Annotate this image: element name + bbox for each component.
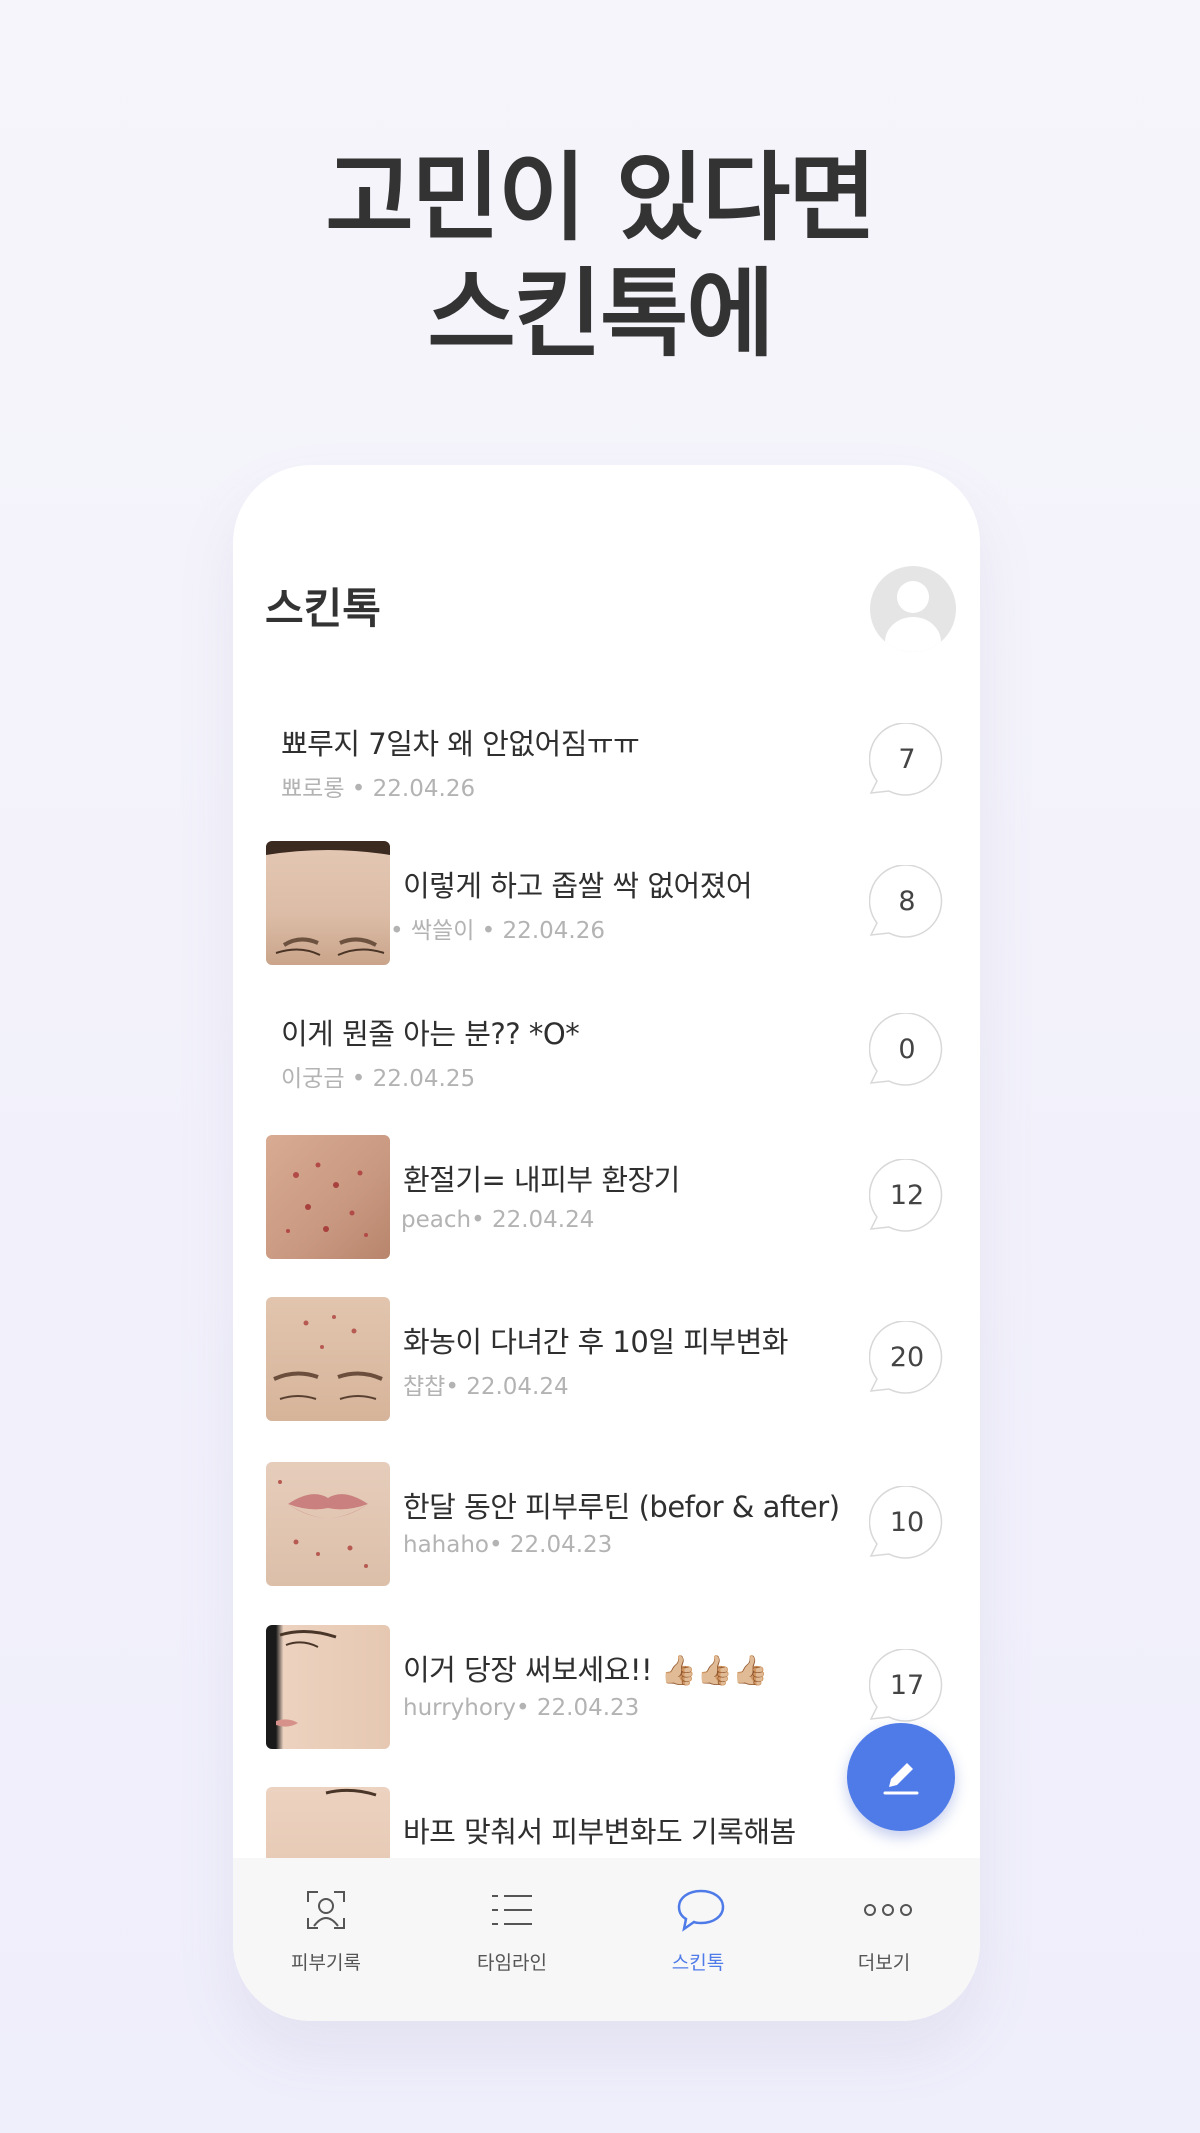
post-title: 이렇게 하고 좁쌀 싹 없어졌어 — [403, 869, 753, 903]
write-post-button[interactable] — [847, 1723, 955, 1831]
post-item[interactable]: 환절기= 내피부 환장기 peach• 22.04.24 12 — [233, 1135, 980, 1259]
tab-label: 피부기록 — [291, 1952, 361, 1974]
post-meta: 이궁금 • 22.04.25 — [281, 1066, 476, 1092]
comment-count-bubble: 20 — [869, 1321, 943, 1395]
phone-frame: 스킨톡 뾰루지 7일차 왜 안없어짐ㅠㅠ 뾰로롱 • 22.04.26 7 이렇… — [233, 465, 980, 2021]
tab-timeline[interactable]: 타임라인 — [419, 1858, 605, 2021]
headline-line-2: 스킨톡에 — [427, 258, 774, 370]
post-title: 환절기= 내피부 환장기 — [403, 1163, 680, 1197]
tab-skin-record[interactable]: 피부기록 — [233, 1858, 419, 2021]
post-title: 화농이 다녀간 후 10일 피부변화 — [403, 1325, 788, 1359]
face-photo-image — [266, 841, 390, 956]
post-thumbnail — [266, 1625, 390, 1749]
post-meta: • 싹쓸이 • 22.04.26 — [390, 918, 605, 944]
comment-count-bubble: 0 — [869, 1013, 943, 1087]
post-meta: hurryhory• 22.04.23 — [403, 1695, 640, 1721]
comment-count-bubble: 10 — [869, 1486, 943, 1560]
comment-count: 10 — [889, 1507, 925, 1538]
profile-avatar-button[interactable] — [870, 566, 956, 652]
post-item[interactable]: 이거 당장 써보세요!! 👍🏼👍🏼👍🏼 hurryhory• 22.04.23 … — [233, 1625, 980, 1749]
post-item[interactable]: 이게 뭔줄 아는 분?? *O* 이궁금 • 22.04.25 0 — [233, 1005, 980, 1129]
post-thumbnail — [266, 1297, 390, 1421]
post-item[interactable]: 한달 동안 피부루틴 (befor & after) hahaho• 22.04… — [233, 1462, 980, 1586]
tab-skintalk[interactable]: 스킨톡 — [605, 1858, 791, 2021]
post-thumbnail — [266, 841, 390, 965]
post-title: 뾰루지 7일차 왜 안없어짐ㅠㅠ — [281, 727, 640, 761]
bottom-tab-bar: 피부기록 타임라인 스킨톡 더보기 — [233, 1858, 980, 2021]
headline: 고민이 있다면 스킨톡에 — [0, 140, 1200, 372]
page-title: 스킨톡 — [265, 584, 381, 633]
comment-count: 8 — [898, 886, 916, 917]
post-title: 이게 뭔줄 아는 분?? *O* — [281, 1017, 580, 1051]
post-title: 한달 동안 피부루틴 (befor & after) — [403, 1490, 840, 1524]
post-title: 이거 당장 써보세요!! 👍🏼👍🏼👍🏼 — [403, 1653, 768, 1687]
face-photo-image — [273, 1315, 383, 1400]
more-dots-icon — [864, 1904, 912, 1916]
tab-more[interactable]: 더보기 — [791, 1858, 977, 2021]
list-icon — [492, 1895, 532, 1925]
face-scan-icon — [307, 1891, 345, 1929]
comment-count: 7 — [898, 744, 916, 775]
tab-label: 더보기 — [857, 1952, 911, 1974]
post-thumbnail — [266, 1462, 390, 1586]
post-meta: hahaho• 22.04.23 — [403, 1532, 613, 1558]
post-thumbnail — [266, 1135, 390, 1259]
comment-count: 12 — [889, 1180, 925, 1211]
tab-label: 스킨톡 — [671, 1952, 725, 1974]
pencil-icon — [883, 1763, 919, 1795]
comment-count-bubble: 17 — [869, 1649, 943, 1723]
acne-photo-image — [286, 1162, 368, 1237]
post-meta: 챱챱• 22.04.24 — [403, 1374, 569, 1400]
post-meta: 뾰로롱 • 22.04.26 — [281, 776, 476, 802]
post-item[interactable]: 화농이 다녀간 후 10일 피부변화 챱챱• 22.04.24 20 — [233, 1297, 980, 1421]
post-meta: peach• 22.04.24 — [401, 1207, 595, 1233]
headline-line-1: 고민이 있다면 — [325, 142, 876, 254]
tab-label: 타임라인 — [477, 1952, 547, 1974]
comment-count-bubble: 8 — [869, 865, 943, 939]
comment-count-bubble: 12 — [869, 1159, 943, 1233]
comment-count: 17 — [889, 1670, 925, 1701]
comment-count-bubble: 7 — [869, 723, 943, 797]
lips-photo-image — [278, 1480, 368, 1568]
avatar-body — [885, 617, 941, 652]
post-item[interactable]: 뾰루지 7일차 왜 안없어짐ㅠㅠ 뾰로롱 • 22.04.26 7 — [233, 715, 980, 839]
post-title: 바프 맞춰서 피부변화도 기록해봄 — [403, 1815, 796, 1849]
chat-bubble-icon — [677, 1889, 725, 1932]
post-item[interactable]: 이렇게 하고 좁쌀 싹 없어졌어 • 싹쓸이 • 22.04.26 8 — [233, 841, 980, 965]
avatar-head — [897, 581, 929, 613]
comment-count: 0 — [898, 1034, 916, 1065]
comment-count: 20 — [889, 1342, 925, 1373]
cheek-photo-image — [276, 1630, 337, 1727]
